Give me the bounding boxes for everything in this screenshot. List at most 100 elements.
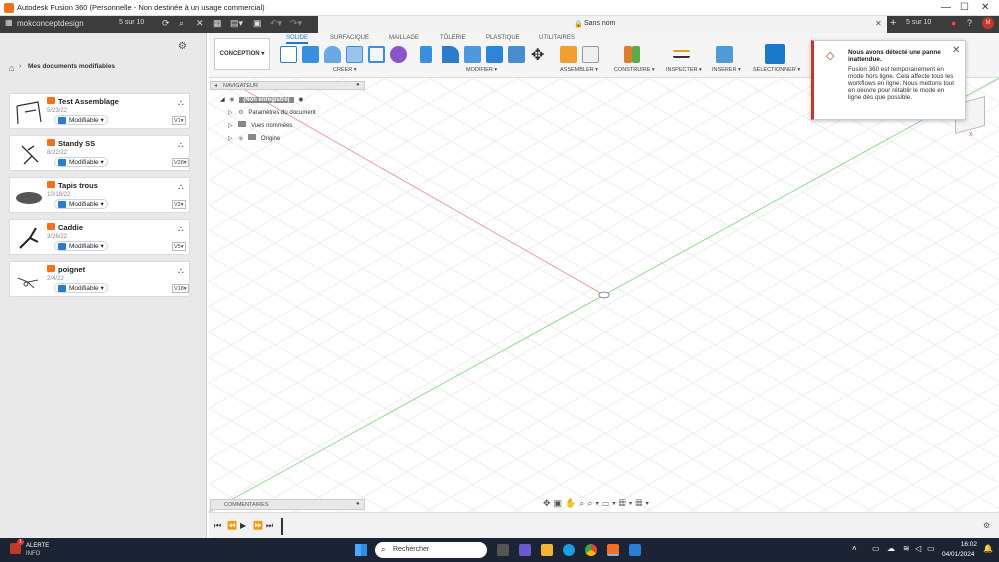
- file-card[interactable]: Standy SS 8/22/22 Modifiable ▾ ⛬ V28▾: [9, 135, 190, 171]
- assemble-group-label[interactable]: ASSEMBLER ▾: [560, 67, 598, 73]
- help-icon[interactable]: ●: [951, 18, 956, 28]
- inspect-group-label[interactable]: INSPECTER ▾: [666, 67, 702, 73]
- tree-root[interactable]: ◢ ◉ (Non enregistré) ◉: [220, 96, 303, 103]
- new-component-icon[interactable]: [560, 46, 577, 63]
- volume-icon[interactable]: ◁: [915, 544, 921, 553]
- file-explorer-icon[interactable]: [541, 544, 553, 556]
- next-step-icon[interactable]: ⏩: [253, 521, 263, 530]
- close-tab-icon[interactable]: ✕: [875, 19, 882, 28]
- tree-item-named-views[interactable]: ▷ Vues nommées: [228, 121, 292, 129]
- chamfer-icon[interactable]: [464, 46, 481, 63]
- settings-gear-icon[interactable]: ⚙: [178, 41, 187, 52]
- visibility-eye-icon[interactable]: ◉: [229, 97, 234, 103]
- expand-icon[interactable]: ▷: [228, 110, 233, 116]
- select-group-label[interactable]: SÉLECTIONNER ▾: [753, 67, 800, 73]
- file-card[interactable]: Test Assemblage 5/23/22 Modifiable ▾ ⛬ V…: [9, 93, 190, 129]
- tree-item-parameters[interactable]: ▷ ⚙ Paramètres du document: [228, 109, 316, 116]
- offline-counter[interactable]: 5 sur 10: [119, 19, 144, 26]
- minimize-icon[interactable]: —: [941, 2, 951, 13]
- last-step-icon[interactable]: ⏭: [266, 521, 273, 531]
- mail-icon[interactable]: [629, 544, 641, 556]
- grid-menu-icon[interactable]: ▦: [213, 18, 222, 29]
- fusion-taskbar-icon[interactable]: [607, 544, 619, 556]
- redo-icon[interactable]: ↷▾: [290, 18, 302, 29]
- close-panel-icon[interactable]: ✕: [196, 18, 204, 29]
- grid-settings-icon[interactable]: ▦▾: [619, 498, 636, 508]
- share-group-icon[interactable]: ⛬: [178, 266, 184, 276]
- status-dropdown[interactable]: Modifiable ▾: [54, 157, 108, 167]
- form-icon[interactable]: [390, 46, 407, 63]
- clock-date[interactable]: 04/01/2024: [942, 551, 975, 558]
- construct-group-label[interactable]: CONSTRUIRE ▾: [614, 67, 655, 73]
- fillet-icon[interactable]: [442, 46, 459, 63]
- help-question-icon[interactable]: ?: [967, 18, 972, 28]
- file-name[interactable]: Test Assemblage: [58, 97, 119, 106]
- search-icon[interactable]: ⌕: [179, 18, 184, 29]
- file-name[interactable]: poignet: [58, 265, 85, 274]
- timeline-settings-icon[interactable]: ⚙: [983, 521, 990, 530]
- create-sketch-icon[interactable]: [280, 46, 297, 63]
- share-group-icon[interactable]: ⛬: [178, 182, 184, 192]
- hidden-eye-icon[interactable]: ◉: [238, 136, 243, 142]
- status-dropdown[interactable]: Modifiable ▾: [54, 199, 108, 209]
- new-tab-icon[interactable]: +: [890, 17, 896, 29]
- task-view-icon[interactable]: [497, 544, 509, 556]
- file-name[interactable]: Caddie: [58, 223, 83, 232]
- pan-icon[interactable]: ✋: [565, 498, 579, 508]
- document-tab[interactable]: 🔒 Sans nom ✕: [318, 16, 887, 33]
- select-icon[interactable]: [765, 44, 785, 64]
- insert-image-icon[interactable]: [716, 46, 733, 63]
- joint-icon[interactable]: [582, 46, 599, 63]
- share-group-icon[interactable]: ⛬: [178, 224, 184, 234]
- battery-icon[interactable]: ▭: [927, 544, 935, 553]
- browser-header[interactable]: ◂ NAVIGATEUR ●: [210, 81, 365, 90]
- version-badge[interactable]: V5▾: [172, 242, 186, 251]
- team-name[interactable]: mokconceptdesign: [17, 19, 84, 28]
- tray-app-icon[interactable]: ▭: [872, 544, 880, 553]
- file-menu-icon[interactable]: ▤▾: [230, 18, 243, 29]
- expand-root-icon[interactable]: ◢: [220, 97, 225, 103]
- team-icon[interactable]: ▦: [5, 18, 13, 27]
- close-icon[interactable]: ✕: [981, 2, 989, 13]
- offset-plane-icon[interactable]: [624, 46, 632, 63]
- combine-icon[interactable]: [508, 46, 525, 63]
- comments-add-icon[interactable]: ●: [356, 501, 360, 507]
- pattern-icon[interactable]: [368, 46, 385, 63]
- save-icon[interactable]: ▣: [253, 18, 262, 29]
- tab-tolerie[interactable]: TÔLERIE: [440, 35, 466, 41]
- insert-group-label[interactable]: INSÉRER ▾: [712, 67, 741, 73]
- tab-plastique[interactable]: PLASTIQUE: [486, 35, 520, 41]
- status-dropdown[interactable]: Modifiable ▾: [54, 115, 108, 125]
- tab-utilitaires[interactable]: UTILITAIRES: [539, 35, 575, 41]
- maximize-icon[interactable]: ☐: [960, 2, 969, 13]
- version-badge[interactable]: V1▾: [172, 116, 186, 125]
- version-badge[interactable]: V18▾: [172, 284, 189, 293]
- wifi-icon[interactable]: ≋: [903, 544, 910, 553]
- first-step-icon[interactable]: ⏮: [214, 521, 221, 531]
- tab-solide[interactable]: SOLIDE: [286, 35, 309, 44]
- shell-icon[interactable]: [486, 46, 503, 63]
- press-pull-icon[interactable]: [420, 46, 432, 63]
- extrude-icon[interactable]: [302, 46, 319, 63]
- windows-start-icon[interactable]: [355, 544, 367, 556]
- hole-icon[interactable]: [346, 46, 363, 63]
- canvas-viewport[interactable]: [209, 78, 999, 512]
- share-group-icon[interactable]: ⛬: [178, 140, 184, 150]
- version-badge[interactable]: V2▾: [172, 200, 186, 209]
- edge-icon[interactable]: [563, 544, 575, 556]
- offline-counter-right[interactable]: 5 sur 10: [906, 19, 931, 26]
- refresh-icon[interactable]: ⟳: [162, 18, 170, 29]
- viewports-icon[interactable]: ▦▾: [635, 498, 652, 508]
- undo-icon[interactable]: ↶▾: [270, 18, 282, 29]
- move-icon[interactable]: ✥: [531, 45, 544, 65]
- workspace-switcher[interactable]: CONCEPTION ▾: [214, 38, 270, 70]
- onedrive-icon[interactable]: ☁: [887, 544, 895, 553]
- breadcrumb[interactable]: Mes documents modifiables: [28, 63, 115, 70]
- play-icon[interactable]: ▶: [240, 521, 246, 530]
- status-dropdown[interactable]: Modifiable ▾: [54, 283, 108, 293]
- notifications-bell-icon[interactable]: 🔔: [983, 544, 993, 553]
- profile-avatar[interactable]: M: [982, 17, 994, 29]
- teams-icon[interactable]: [519, 544, 531, 556]
- orbit-icon[interactable]: ✥: [543, 498, 554, 508]
- taskbar-search-input[interactable]: ⌕ Rechercher: [375, 542, 487, 558]
